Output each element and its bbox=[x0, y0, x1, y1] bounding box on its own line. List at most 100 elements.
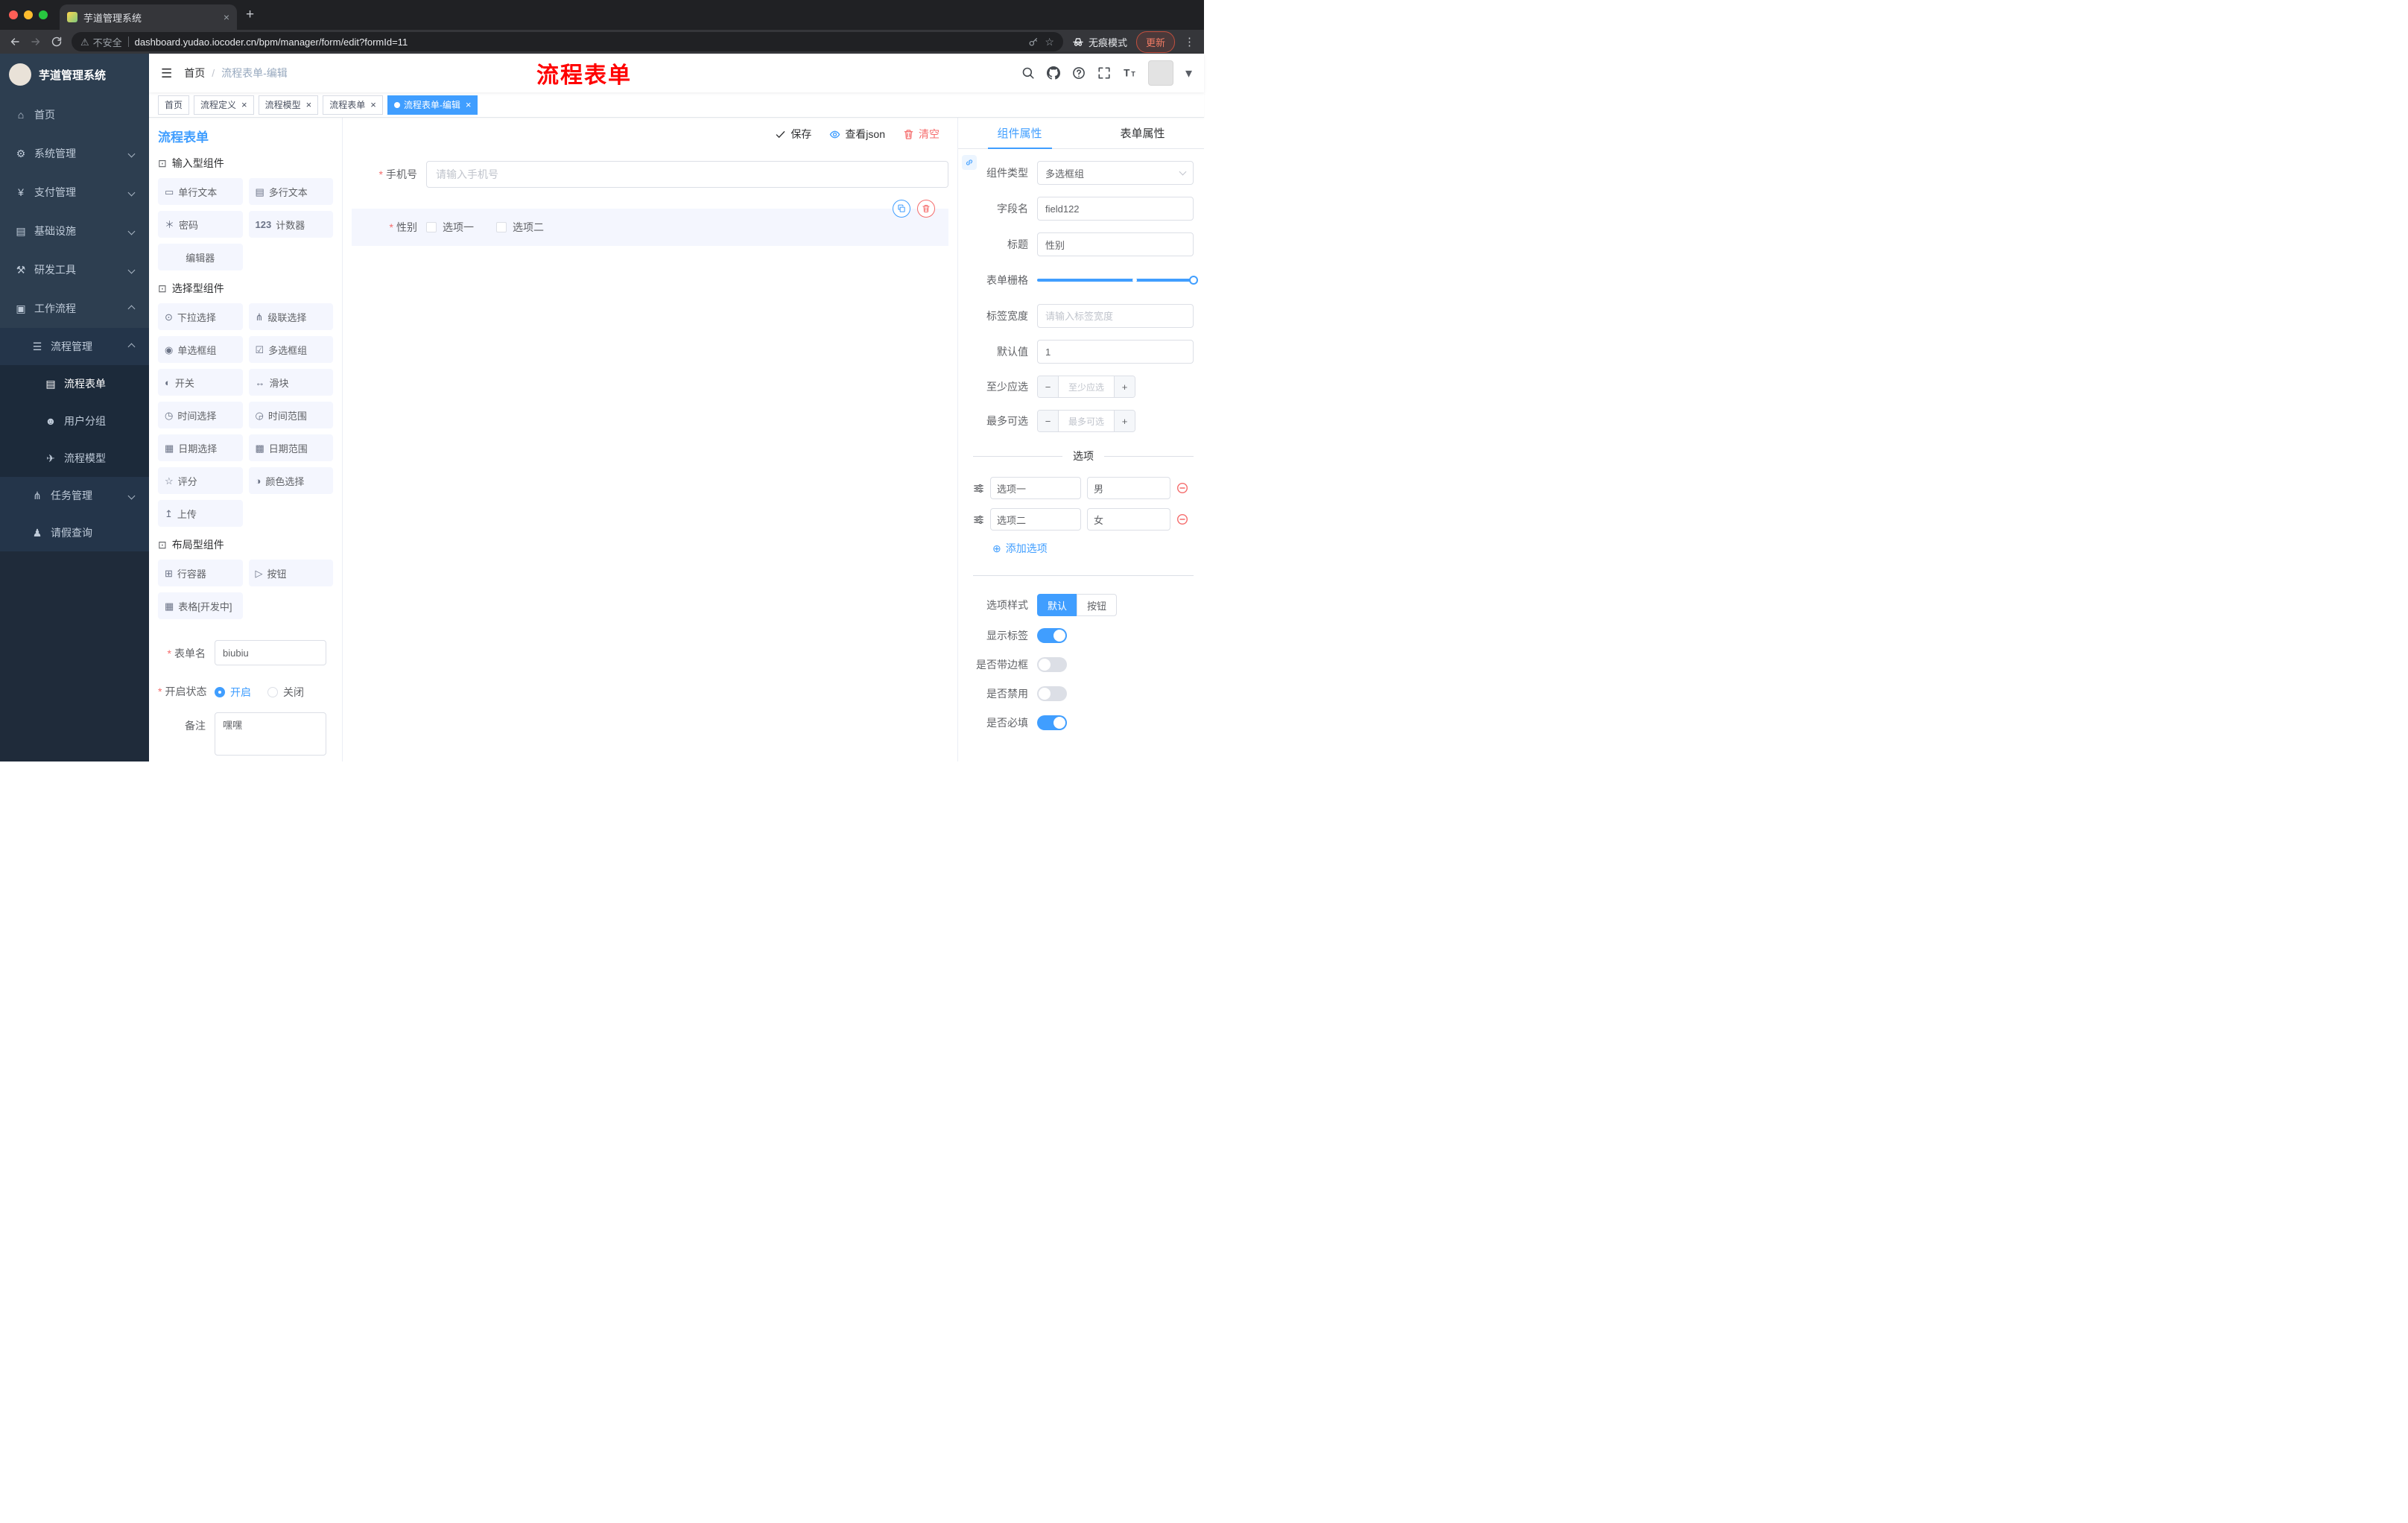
user-avatar[interactable] bbox=[1147, 60, 1173, 86]
view-json-button[interactable]: 查看json bbox=[829, 127, 885, 142]
sidebar-item-devtools[interactable]: ⚒ 研发工具 bbox=[0, 250, 149, 289]
browser-menu-icon[interactable]: ⋮ bbox=[1184, 37, 1195, 48]
search-icon[interactable] bbox=[1021, 66, 1035, 80]
breadcrumb-home[interactable]: 首页 bbox=[184, 66, 205, 80]
sidebar-item-system[interactable]: ⚙ 系统管理 bbox=[0, 134, 149, 173]
password-key-icon[interactable] bbox=[1028, 37, 1039, 47]
label-width-input[interactable] bbox=[1037, 304, 1194, 328]
checkbox-option-1[interactable]: 选项一 bbox=[426, 220, 474, 235]
tag-process-form-edit[interactable]: 流程表单-编辑 × bbox=[387, 95, 478, 115]
drag-handle-icon[interactable] bbox=[973, 483, 984, 494]
switch-border[interactable] bbox=[1037, 657, 1067, 672]
new-tab-button[interactable]: + bbox=[246, 7, 254, 23]
forward-icon[interactable] bbox=[30, 36, 42, 48]
component-row[interactable]: ⊞ 行容器 bbox=[158, 560, 243, 586]
option-label-input[interactable] bbox=[990, 508, 1081, 531]
component-table[interactable]: ▦ 表格[开发中] bbox=[158, 592, 243, 619]
fullscreen-icon[interactable] bbox=[1097, 66, 1111, 80]
window-close-button[interactable] bbox=[9, 10, 18, 19]
drag-handle-icon[interactable] bbox=[973, 514, 984, 525]
increase-button[interactable]: + bbox=[1114, 376, 1135, 397]
save-button[interactable]: 保存 bbox=[775, 127, 811, 142]
security-status[interactable]: ⚠ 不安全 bbox=[80, 35, 122, 49]
title-input[interactable] bbox=[1037, 232, 1194, 256]
option-label-input[interactable] bbox=[990, 477, 1081, 499]
component-select[interactable]: ⊙ 下拉选择 bbox=[158, 303, 243, 330]
style-default-button[interactable]: 默认 bbox=[1037, 594, 1078, 616]
remove-option-icon[interactable] bbox=[1176, 513, 1188, 525]
switch-required[interactable] bbox=[1037, 715, 1067, 730]
sidebar-item-process-form[interactable]: ▤ 流程表单 bbox=[0, 365, 149, 402]
window-zoom-button[interactable] bbox=[39, 10, 48, 19]
sidebar-item-infra[interactable]: ▤ 基础设施 bbox=[0, 212, 149, 250]
increase-button[interactable]: + bbox=[1114, 411, 1135, 431]
tag-home[interactable]: 首页 bbox=[158, 95, 190, 115]
form-remark-input[interactable]: 嘿嘿 bbox=[215, 712, 326, 756]
sidebar-item-payment[interactable]: ¥ 支付管理 bbox=[0, 173, 149, 212]
sidebar-item-task-mgmt[interactable]: ⋔ 任务管理 bbox=[0, 477, 149, 514]
component-password[interactable]: ＊ 密码 bbox=[158, 211, 243, 238]
github-icon[interactable] bbox=[1046, 66, 1060, 80]
tag-process-form[interactable]: 流程表单 × bbox=[323, 95, 383, 115]
font-size-icon[interactable]: TT bbox=[1123, 66, 1136, 80]
sidebar-item-home[interactable]: ⌂ 首页 bbox=[0, 95, 149, 134]
tag-close-icon[interactable]: × bbox=[466, 100, 472, 110]
app-logo[interactable]: 芋道管理系统 bbox=[0, 54, 149, 95]
component-single-text[interactable]: ▭ 单行文本 bbox=[158, 178, 243, 205]
field-name-input[interactable] bbox=[1037, 197, 1194, 221]
style-button-button[interactable]: 按钮 bbox=[1077, 594, 1118, 616]
bind-variable-button[interactable] bbox=[962, 155, 977, 170]
slider-handle[interactable] bbox=[1189, 276, 1198, 285]
component-time-range[interactable]: ◶ 时间范围 bbox=[248, 402, 333, 428]
tab-component-props[interactable]: 组件属性 bbox=[958, 118, 1081, 148]
option-value-input[interactable] bbox=[1087, 477, 1170, 499]
switch-show-label[interactable] bbox=[1037, 628, 1067, 643]
menu-fold-icon[interactable]: ☰ bbox=[161, 67, 172, 80]
tab-form-props[interactable]: 表单属性 bbox=[1081, 118, 1204, 148]
remove-option-icon[interactable] bbox=[1176, 482, 1188, 494]
component-type-select[interactable]: 多选框组 bbox=[1037, 161, 1194, 185]
form-grid-slider[interactable] bbox=[1037, 268, 1198, 292]
tab-close-icon[interactable]: × bbox=[224, 11, 229, 23]
help-icon[interactable] bbox=[1072, 66, 1086, 80]
back-icon[interactable] bbox=[9, 36, 21, 48]
tag-close-icon[interactable]: × bbox=[306, 100, 312, 110]
phone-input[interactable] bbox=[426, 161, 948, 188]
component-editor[interactable]: 编辑器 bbox=[158, 244, 243, 270]
copy-component-button[interactable] bbox=[893, 200, 910, 218]
checkbox-option-2[interactable]: 选项二 bbox=[496, 220, 544, 235]
component-date-range[interactable]: ▩ 日期范围 bbox=[248, 434, 333, 461]
address-bar[interactable]: ⚠ 不安全 dashboard.yudao.iocoder.cn/bpm/man… bbox=[72, 32, 1063, 51]
caret-down-icon[interactable]: ▾ bbox=[1185, 66, 1192, 80]
clear-button[interactable]: 清空 bbox=[903, 127, 940, 142]
sidebar-item-user-group[interactable]: ☻ 用户分组 bbox=[0, 402, 149, 440]
chrome-update-button[interactable]: 更新 bbox=[1135, 31, 1175, 53]
sidebar-item-process-mgmt[interactable]: ☰ 流程管理 bbox=[0, 328, 149, 365]
component-rate[interactable]: ☆ 评分 bbox=[158, 467, 243, 494]
status-on-radio[interactable]: 开启 bbox=[215, 685, 251, 700]
component-multi-text[interactable]: ▤ 多行文本 bbox=[248, 178, 333, 205]
bookmark-star-icon[interactable]: ☆ bbox=[1045, 37, 1054, 47]
component-cascader[interactable]: ⋔ 级联选择 bbox=[248, 303, 333, 330]
component-checkbox-group[interactable]: ☑ 多选框组 bbox=[248, 336, 333, 363]
component-time[interactable]: ◷ 时间选择 bbox=[158, 402, 243, 428]
component-date[interactable]: ▦ 日期选择 bbox=[158, 434, 243, 461]
sidebar-item-leave-query[interactable]: ♟ 请假查询 bbox=[0, 514, 149, 551]
sidebar-item-process-model[interactable]: ✈ 流程模型 bbox=[0, 440, 149, 477]
default-value-input[interactable] bbox=[1037, 340, 1194, 364]
tag-close-icon[interactable]: × bbox=[370, 100, 376, 110]
tag-close-icon[interactable]: × bbox=[241, 100, 247, 110]
window-minimize-button[interactable] bbox=[24, 10, 33, 19]
tag-process-definition[interactable]: 流程定义 × bbox=[194, 95, 254, 115]
sidebar-item-workflow[interactable]: ▣ 工作流程 bbox=[0, 289, 149, 328]
add-option-button[interactable]: ⊕ 添加选项 bbox=[992, 541, 1048, 556]
status-off-radio[interactable]: 关闭 bbox=[267, 685, 304, 700]
form-name-input[interactable] bbox=[215, 640, 326, 665]
option-value-input[interactable] bbox=[1087, 508, 1170, 531]
delete-component-button[interactable] bbox=[917, 200, 935, 218]
decrease-button[interactable]: − bbox=[1038, 376, 1059, 397]
component-slider[interactable]: ↔ 滑块 bbox=[248, 369, 333, 396]
component-upload[interactable]: ↥ 上传 bbox=[158, 500, 243, 527]
reload-icon[interactable] bbox=[51, 36, 63, 48]
field-phone[interactable]: 手机号 bbox=[352, 161, 948, 188]
